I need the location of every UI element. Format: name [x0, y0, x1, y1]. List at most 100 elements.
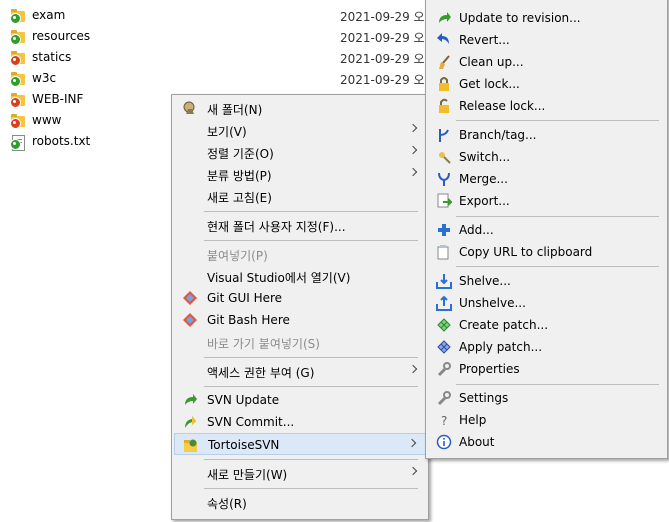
menu-item-switch[interactable]: Switch...	[428, 146, 665, 168]
patch-icon	[437, 318, 451, 332]
file-name: resources	[32, 29, 91, 43]
menu-item-tortoisesvn[interactable]: TortoiseSVN	[174, 433, 426, 455]
menu-item-group-by[interactable]: 분류 방법(P)	[174, 163, 426, 185]
menu-item-label: Create patch...	[459, 318, 549, 332]
menu-item-branch-tag[interactable]: Branch/tag...	[428, 124, 665, 146]
menu-item-svn-commit[interactable]: SVN Commit...	[174, 411, 426, 433]
menu-item-customize-folder[interactable]: 현재 폴더 사용자 지정(F)...	[174, 214, 426, 236]
folder-icon	[10, 113, 26, 129]
menu-item-shelve[interactable]: Shelve...	[428, 270, 665, 292]
file-name: statics	[32, 50, 72, 64]
menu-item-apply-patch[interactable]: Apply patch...	[428, 336, 665, 358]
submenu-arrow-icon	[408, 123, 418, 133]
menu-item-label: 액세스 권한 부여 (G)	[207, 366, 315, 380]
folder-icon	[10, 71, 26, 87]
menu-item-properties-svn[interactable]: Properties	[428, 358, 665, 380]
file-name: WEB-INF	[32, 92, 84, 106]
menu-item-label: Properties	[459, 362, 520, 376]
svn-modified-overlay-icon	[10, 54, 21, 66]
context-menu: 새 폴더(N) 보기(V) 정렬 기준(O) 분류 방법(P) 새로 고침(E)…	[171, 94, 429, 520]
merge-icon	[438, 172, 450, 186]
file-date: 2021-09-29 오	[340, 31, 425, 45]
file-date: 2021-09-29 오	[340, 10, 425, 24]
menu-item-label: Shelve...	[459, 274, 511, 288]
svn-normal-overlay-icon	[10, 75, 21, 87]
menu-item-merge[interactable]: Merge...	[428, 168, 665, 190]
file-name: www	[32, 113, 62, 127]
menu-item-label: 속성(R)	[207, 497, 247, 511]
svn-normal-overlay-icon	[10, 12, 21, 24]
revert-icon	[437, 33, 449, 44]
menu-item-release-lock[interactable]: Release lock...	[428, 95, 665, 117]
menu-item-create-patch[interactable]: Create patch...	[428, 314, 665, 336]
menu-item-help[interactable]: ? Help	[428, 409, 665, 431]
svn-normal-overlay-icon	[10, 138, 21, 150]
add-icon	[438, 224, 450, 236]
menu-item-label: 현재 폴더 사용자 지정(F)...	[207, 220, 346, 234]
menu-item-get-lock[interactable]: Get lock...	[428, 73, 665, 95]
menu-item-add[interactable]: Add...	[428, 219, 665, 241]
menu-item-label: Help	[459, 413, 487, 427]
menu-item-label: SVN Update	[207, 393, 280, 407]
menu-item-cleanup[interactable]: Clean up...	[428, 51, 665, 73]
svn-update-icon	[185, 394, 197, 405]
git-icon	[183, 291, 197, 305]
menu-item-properties[interactable]: 속성(R)	[174, 491, 426, 513]
svn-normal-overlay-icon	[10, 33, 21, 45]
submenu-arrow-icon	[408, 466, 418, 476]
menu-item-label: TortoiseSVN	[208, 438, 280, 452]
menu-item-paste-shortcut: 바로 가기 붙여넣기(S)	[174, 331, 426, 353]
menu-separator	[204, 488, 418, 489]
file-row-resources[interactable]: resources 2021-09-29 오	[10, 26, 430, 47]
file-date: 2021-09-29 오	[340, 52, 425, 66]
menu-item-new[interactable]: 새로 만들기(W)	[174, 462, 426, 484]
menu-item-git-bash[interactable]: Git Bash Here	[174, 309, 426, 331]
menu-item-label: Revert...	[459, 33, 510, 47]
menu-separator	[204, 211, 418, 212]
menu-item-label: 새로 고침(E)	[207, 191, 272, 205]
menu-separator	[204, 386, 418, 387]
menu-item-label: Merge...	[459, 172, 508, 186]
menu-item-label: 분류 방법(P)	[207, 169, 272, 183]
menu-item-label: Update to revision...	[459, 11, 581, 25]
menu-item-label: 보기(V)	[207, 125, 247, 139]
folder-icon	[10, 50, 26, 66]
menu-item-label: Git GUI Here	[207, 291, 283, 305]
svn-modified-overlay-icon	[10, 117, 21, 129]
menu-item-git-gui[interactable]: Git GUI Here	[174, 287, 426, 309]
menu-item-update-to-revision[interactable]: Update to revision...	[428, 7, 665, 29]
menu-item-label: Switch...	[459, 150, 511, 164]
unshelve-icon	[436, 295, 452, 311]
menu-item-open-visual-studio[interactable]: Visual Studio에서 열기(V)	[174, 265, 426, 287]
menu-item-give-access[interactable]: 액세스 권한 부여 (G)	[174, 360, 426, 382]
file-row-exam[interactable]: exam 2021-09-29 오	[10, 5, 430, 26]
menu-item-label: 새로 만들기(W)	[207, 468, 288, 482]
menu-item-unshelve[interactable]: Unshelve...	[428, 292, 665, 314]
file-row-statics[interactable]: statics 2021-09-29 오	[10, 47, 430, 68]
menu-item-export[interactable]: Export...	[428, 190, 665, 212]
menu-item-label: Export...	[459, 194, 510, 208]
folder-icon	[10, 29, 26, 45]
menu-item-svn-update[interactable]: SVN Update	[174, 389, 426, 411]
menu-item-label: 새 폴더(N)	[207, 103, 263, 117]
tortoisesvn-submenu: Update to revision... Revert... Clean up…	[425, 0, 668, 459]
folder-icon	[10, 8, 26, 24]
help-icon: ?	[441, 414, 447, 428]
menu-item-settings[interactable]: Settings	[428, 387, 665, 409]
shelve-icon	[436, 274, 452, 289]
file-row-w3c[interactable]: w3c 2021-09-29 오	[10, 68, 430, 89]
menu-item-label: Clean up...	[459, 55, 524, 69]
menu-item-about[interactable]: About	[428, 431, 665, 453]
menu-item-label: Apply patch...	[459, 340, 543, 354]
menu-item-refresh[interactable]: 새로 고침(E)	[174, 185, 426, 207]
menu-item-label: About	[459, 435, 495, 449]
menu-separator	[204, 459, 418, 460]
menu-item-new-folder[interactable]: 새 폴더(N)	[174, 97, 426, 119]
settings-wrench-icon	[437, 391, 451, 406]
menu-item-revert[interactable]: Revert...	[428, 29, 665, 51]
menu-item-sort-by[interactable]: 정렬 기준(O)	[174, 141, 426, 163]
menu-item-copy-url[interactable]: Copy URL to clipboard	[428, 241, 665, 263]
menu-item-view[interactable]: 보기(V)	[174, 119, 426, 141]
menu-separator	[204, 240, 418, 241]
submenu-arrow-icon	[408, 364, 418, 374]
